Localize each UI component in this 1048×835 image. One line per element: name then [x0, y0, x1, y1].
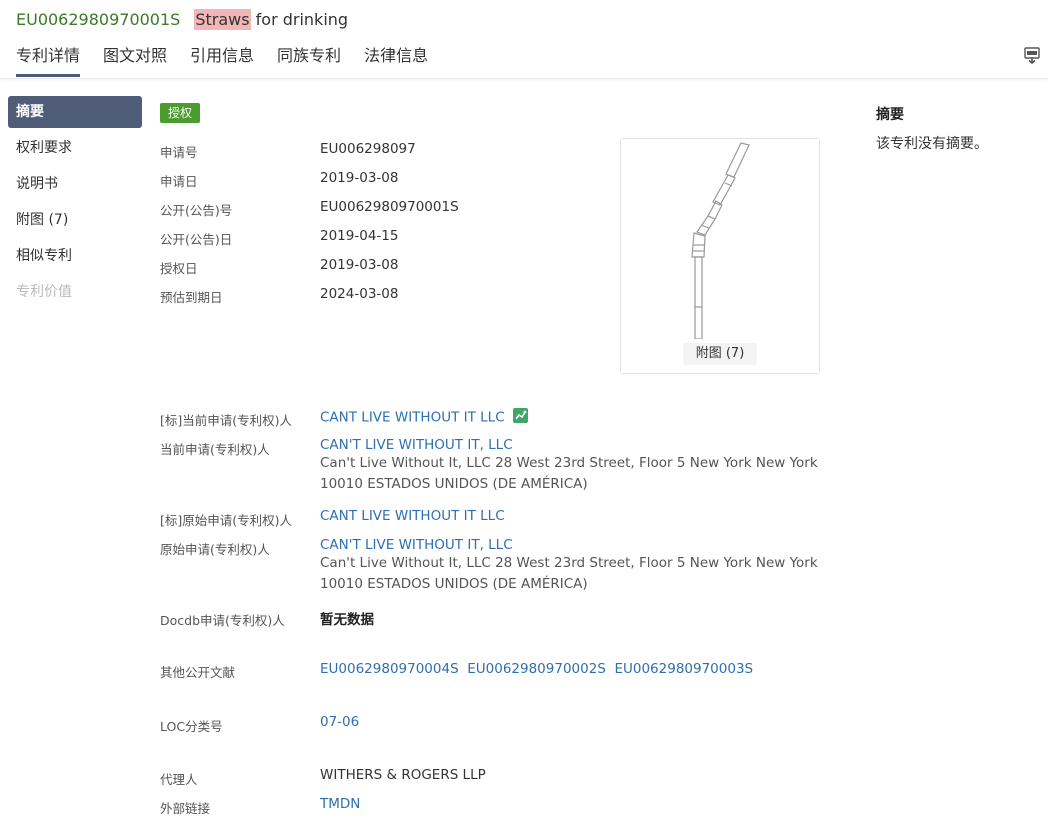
tab-legal[interactable]: 法律信息 — [364, 44, 428, 74]
title-highlight: Straws — [194, 9, 251, 30]
sidebar-item-value: 专利价值 — [16, 284, 72, 300]
application-date-label: 申请日 — [160, 174, 198, 189]
current-applicant-link[interactable]: CAN'T LIVE WITHOUT IT, LLC — [320, 437, 818, 453]
original-applicant-label: 原始申请(专利权)人 — [160, 542, 270, 557]
agent-value: WITHERS & ROGERS LLP — [320, 767, 486, 783]
other-publication-link[interactable]: EU0062980970004S — [320, 661, 459, 677]
application-no-label: 申请号 — [160, 145, 198, 160]
std-original-applicant-label: [标]原始申请(专利权)人 — [160, 513, 293, 528]
other-publications-label: 其他公开文献 — [160, 665, 236, 680]
company-graph-icon[interactable] — [512, 408, 528, 427]
agent-label: 代理人 — [160, 772, 198, 787]
publication-date-value: 2019-04-15 — [320, 228, 399, 244]
expiry-date-value: 2024-03-08 — [320, 286, 399, 302]
original-applicant-address-2: 10010 ESTADOS UNIDOS (DE AMÉRICA) — [320, 576, 588, 592]
application-date-value: 2019-03-08 — [320, 170, 399, 186]
sidebar-item-description[interactable]: 说明书 — [8, 168, 142, 200]
other-publication-link[interactable]: EU0062980970002S — [467, 661, 606, 677]
application-no-value: EU006298097 — [320, 141, 416, 157]
current-applicant-label: 当前申请(专利权)人 — [160, 442, 270, 457]
abstract-text: 该专利没有摘要。 — [876, 136, 988, 152]
original-applicant-link[interactable]: CAN'T LIVE WITHOUT IT, LLC — [320, 537, 818, 553]
current-applicant-address-1: Can't Live Without It, LLC 28 West 23rd … — [320, 455, 818, 471]
external-link-tmdn[interactable]: TMDN — [320, 796, 360, 812]
current-applicant-block: CAN'T LIVE WITHOUT IT, LLC Can't Live Wi… — [320, 437, 818, 495]
std-original-applicant-link[interactable]: CANT LIVE WITHOUT IT LLC — [320, 508, 505, 524]
original-applicant-block: CAN'T LIVE WITHOUT IT, LLC Can't Live Wi… — [320, 537, 818, 595]
tab-citations[interactable]: 引用信息 — [190, 44, 254, 74]
loc-class-link[interactable]: 07-06 — [320, 714, 359, 730]
grant-date-label: 授权日 — [160, 261, 198, 276]
docdb-applicant-value: 暂无数据 — [320, 612, 374, 628]
docdb-applicant-label: Docdb申请(专利权)人 — [160, 613, 285, 628]
patent-title: EU0062980970001S Straws for drinking — [16, 9, 349, 30]
std-current-applicant-label: [标]当前申请(专利权)人 — [160, 413, 293, 428]
straw-drawing — [691, 142, 750, 340]
tab-bar: 专利详情 图文对照 引用信息 同族专利 法律信息 — [16, 44, 451, 78]
title-rest: for drinking — [255, 10, 349, 29]
other-publication-link[interactable]: EU0062980970003S — [614, 661, 753, 677]
publication-no-value: EU0062980970001S — [320, 199, 459, 215]
sidebar-item-claims[interactable]: 权利要求 — [8, 132, 142, 164]
sidebar-item-drawings[interactable]: 附图 (7) — [8, 204, 142, 236]
publication-no-label: 公开(公告)号 — [160, 203, 233, 218]
tab-image-text[interactable]: 图文对照 — [103, 44, 167, 74]
loc-class-label: LOC分类号 — [160, 719, 223, 734]
patent-number: EU0062980970001S — [16, 10, 181, 29]
external-link-label: 外部链接 — [160, 801, 211, 816]
tab-family[interactable]: 同族专利 — [277, 44, 341, 74]
top-bar: EU0062980970001S Straws for drinking 专利详情… — [0, 0, 1048, 79]
pdf-download-icon[interactable] — [1022, 46, 1042, 66]
abstract-title: 摘要 — [876, 107, 904, 123]
sidebar-nav: 摘要 权利要求 说明书 附图 (7) 相似专利 专利价值 — [8, 96, 142, 312]
drawing-caption: 附图 (7) — [683, 343, 757, 365]
drawing-thumbnail[interactable]: 附图 (7) — [620, 138, 820, 374]
expiry-date-label: 预估到期日 — [160, 290, 223, 305]
std-current-applicant-link[interactable]: CANT LIVE WITHOUT IT LLC — [320, 410, 505, 426]
std-current-applicant-row: CANT LIVE WITHOUT IT LLC — [320, 408, 528, 427]
original-applicant-address-1: Can't Live Without It, LLC 28 West 23rd … — [320, 555, 818, 571]
tab-patent-details[interactable]: 专利详情 — [16, 44, 81, 77]
other-publications-list: EU0062980970004S EU0062980970002S EU0062… — [320, 661, 753, 677]
current-applicant-address-2: 10010 ESTADOS UNIDOS (DE AMÉRICA) — [320, 476, 588, 492]
sidebar-item-abstract[interactable]: 摘要 — [8, 96, 142, 128]
sidebar-item-similar[interactable]: 相似专利 — [8, 240, 142, 272]
publication-date-label: 公开(公告)日 — [160, 232, 233, 247]
status-badge: 授权 — [160, 103, 201, 123]
grant-date-value: 2019-03-08 — [320, 257, 399, 273]
